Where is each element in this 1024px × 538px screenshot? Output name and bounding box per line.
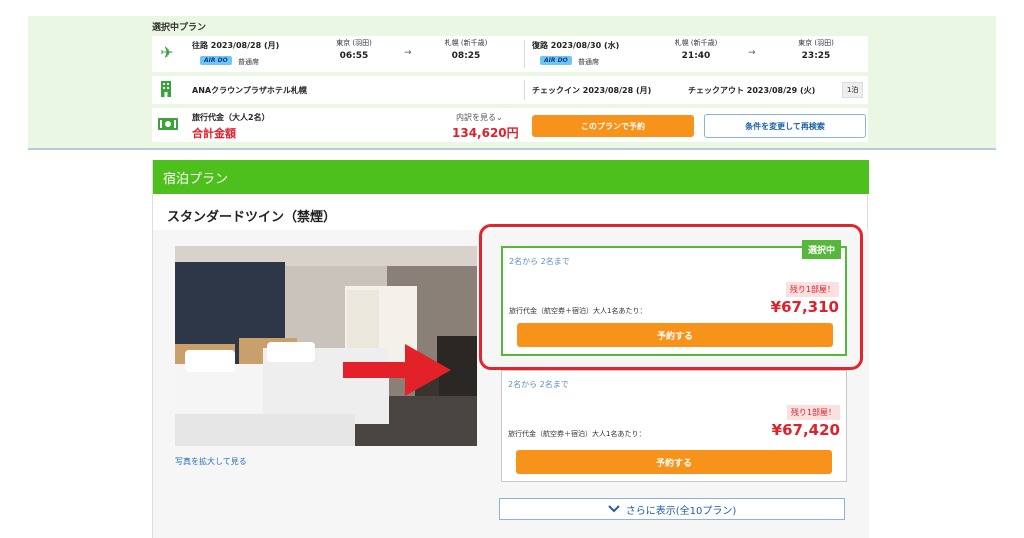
- total-price: 134,620円: [452, 126, 519, 140]
- fare-label: 旅行代金（大人2名）: [192, 113, 270, 122]
- plan-panel: 宿泊プラン スタンダードツイン（禁煙） 写真を拡大して見る 選択中 2名から 2…: [152, 160, 869, 538]
- return-seat: 普通席: [578, 58, 599, 66]
- plan-header: 宿泊プラン: [153, 160, 869, 194]
- show-more-label[interactable]: さらに表示(全10プラン): [626, 502, 737, 517]
- highlight-outline: [479, 224, 863, 370]
- flight-row: ✈ 往路 2023/08/28 (月) AIR DO 普通席 東京 (羽田) 0…: [152, 36, 868, 72]
- nights-badge: 1泊: [842, 82, 864, 98]
- summary-title: 選択中プラン: [152, 23, 207, 33]
- airline-logo: AIR DO: [540, 56, 572, 65]
- capacity-text: 2名から 2名まで: [508, 380, 569, 389]
- money-icon: [158, 117, 178, 131]
- return-label: 復路 2023/08/30 (水): [532, 41, 620, 50]
- outbound-seat: 普通席: [238, 58, 259, 66]
- return-arrive-time: 23:25: [801, 51, 831, 61]
- right-arrow-icon: [343, 344, 451, 396]
- outbound-to-city: 札幌 (新千歳): [444, 39, 488, 47]
- total-label: 合計金額: [192, 127, 236, 140]
- divider: [524, 40, 525, 68]
- return-from-city: 札幌 (新千歳): [674, 39, 718, 47]
- selected-plan-summary: 選択中プラン ✈ 往路 2023/08/28 (月) AIR DO 普通席 東京…: [28, 16, 996, 150]
- outbound-from-city: 東京 (羽田): [336, 39, 372, 47]
- price: ¥67,420: [771, 421, 840, 439]
- hotel-row: ANAクラウンプラザホテル札幌 チェックイン 2023/08/28 (月) チェ…: [152, 76, 868, 104]
- breakdown-link-text[interactable]: 内訳を見る: [456, 113, 496, 122]
- breakdown-link[interactable]: 内訳を見る⌄: [456, 112, 503, 123]
- checkin-date: チェックイン 2023/08/28 (月): [532, 86, 652, 95]
- airline-logo: AIR DO: [200, 56, 232, 65]
- price-label: 旅行代金（航空券＋宿泊）大人1名あたり：: [508, 430, 646, 438]
- hotel-name: ANAクラウンプラザホテル札幌: [192, 86, 307, 95]
- divider: [524, 80, 525, 100]
- hotel-icon: [160, 80, 172, 98]
- fare-row: 旅行代金（大人2名） 合計金額 内訳を見る⌄ 134,620円 このプランで予約…: [152, 108, 868, 142]
- research-button[interactable]: 条件を変更して再検索: [704, 114, 866, 138]
- outbound-depart-time: 06:55: [339, 51, 369, 61]
- rooms-left-badge: 残り1部屋！: [786, 405, 840, 420]
- room-title: スタンダードツイン（禁煙）: [167, 210, 337, 225]
- chevron-down-icon: ⌄: [496, 113, 503, 122]
- outbound-arrow: →: [404, 48, 412, 58]
- return-to-city: 東京 (羽田): [798, 39, 834, 47]
- reserve-button[interactable]: 予約する: [516, 450, 832, 474]
- checkout-date: チェックアウト 2023/08/29 (火): [688, 86, 816, 95]
- outbound-arrive-time: 08:25: [451, 51, 481, 61]
- plan-card: 2名から 2名まで 残り1部屋！ 旅行代金（航空券＋宿泊）大人1名あたり： ¥6…: [501, 370, 847, 482]
- return-arrow: →: [748, 48, 756, 58]
- book-this-plan-button[interactable]: このプランで予約: [532, 115, 694, 137]
- return-depart-time: 21:40: [681, 51, 711, 61]
- show-more-button[interactable]: さらに表示(全10プラン): [499, 498, 845, 520]
- airplane-icon: ✈: [160, 42, 174, 62]
- chevron-down-icon: [608, 505, 620, 513]
- outbound-label: 往路 2023/08/28 (月): [192, 41, 280, 50]
- enlarge-photo-link[interactable]: 写真を拡大して見る: [175, 456, 247, 467]
